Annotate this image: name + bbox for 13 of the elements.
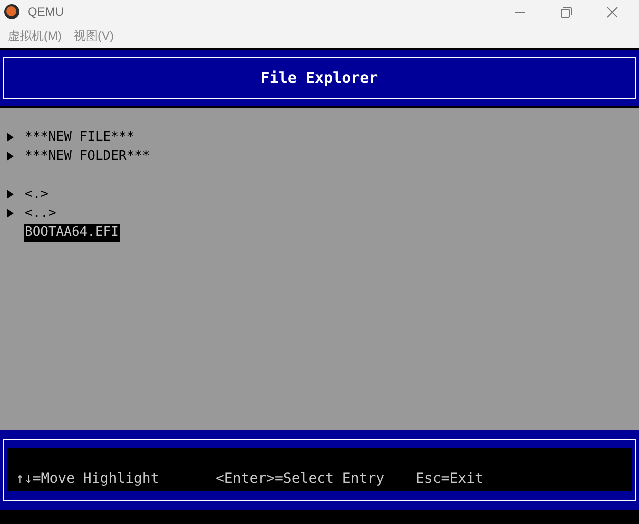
restore-icon [560,6,572,18]
file-entry[interactable]: ***NEW FOLDER*** [24,148,152,166]
close-icon [606,6,618,18]
file-entry[interactable]: <..> [24,204,58,222]
key-hint: Esc=Exit [416,470,484,489]
app-logo-icon [4,4,20,20]
screen-title: File Explorer [260,68,378,89]
file-entry[interactable]: ***NEW FILE*** [24,128,136,146]
key-hint: ↑↓=Move Highlight [16,470,160,489]
file-entry[interactable]: <.> [24,186,50,204]
file-entry[interactable]: BOOTAA64.EFI [24,224,120,242]
key-hint: <Enter>=Select Entry [216,470,386,489]
window-title: QEMU [28,4,64,21]
